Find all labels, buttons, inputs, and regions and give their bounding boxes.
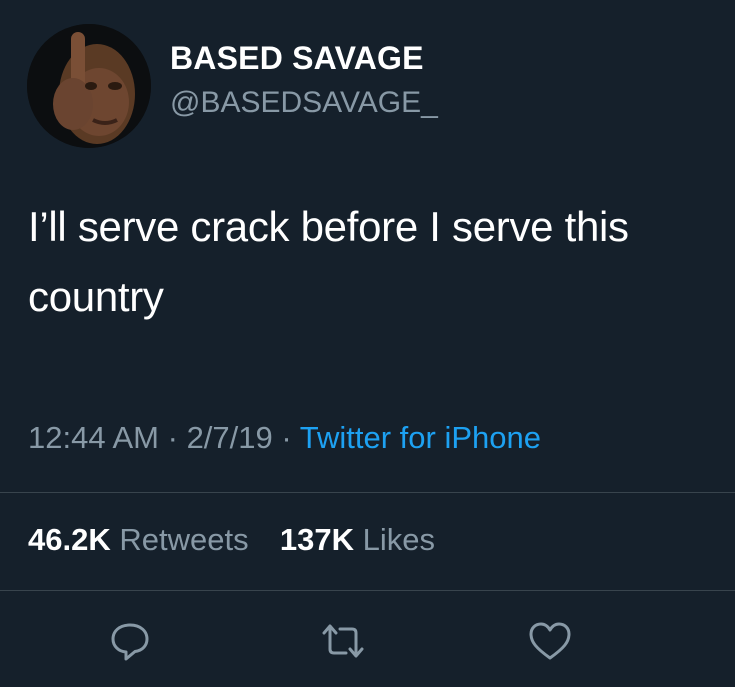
- meta-separator: ·: [281, 420, 292, 455]
- tweet-meta: 12:44 AM · 2/7/19 · Twitter for iPhone: [28, 420, 541, 456]
- action-bar: [0, 616, 735, 666]
- retweets-stat[interactable]: 46.2K Retweets: [28, 522, 257, 557]
- user-handle[interactable]: @BASEDSAVAGE_: [170, 86, 438, 120]
- divider: [0, 590, 735, 591]
- divider: [0, 492, 735, 493]
- tweet-stats: 46.2K Retweets 137K Likes: [28, 522, 435, 558]
- retweet-icon: [322, 624, 364, 658]
- reply-icon: [111, 623, 149, 661]
- likes-stat[interactable]: 137K Likes: [280, 522, 435, 557]
- profile-photo-icon: [27, 24, 151, 148]
- likes-label: Likes: [362, 522, 435, 557]
- retweets-label: Retweets: [119, 522, 249, 557]
- tweet-date: 2/7/19: [186, 420, 273, 455]
- like-button[interactable]: [525, 616, 575, 666]
- tweet-source-link[interactable]: Twitter for iPhone: [300, 420, 541, 455]
- like-icon: [529, 622, 571, 660]
- avatar[interactable]: [27, 24, 151, 148]
- display-name[interactable]: BASED SAVAGE: [170, 40, 424, 77]
- tweet-text: I’ll serve crack before I serve this cou…: [28, 203, 629, 320]
- tweet-time: 12:44 AM: [28, 420, 159, 455]
- retweets-count: 46.2K: [28, 522, 111, 557]
- likes-count: 137K: [279, 522, 354, 557]
- retweet-button[interactable]: [318, 616, 368, 666]
- reply-button[interactable]: [105, 616, 155, 666]
- meta-separator: ·: [167, 420, 178, 455]
